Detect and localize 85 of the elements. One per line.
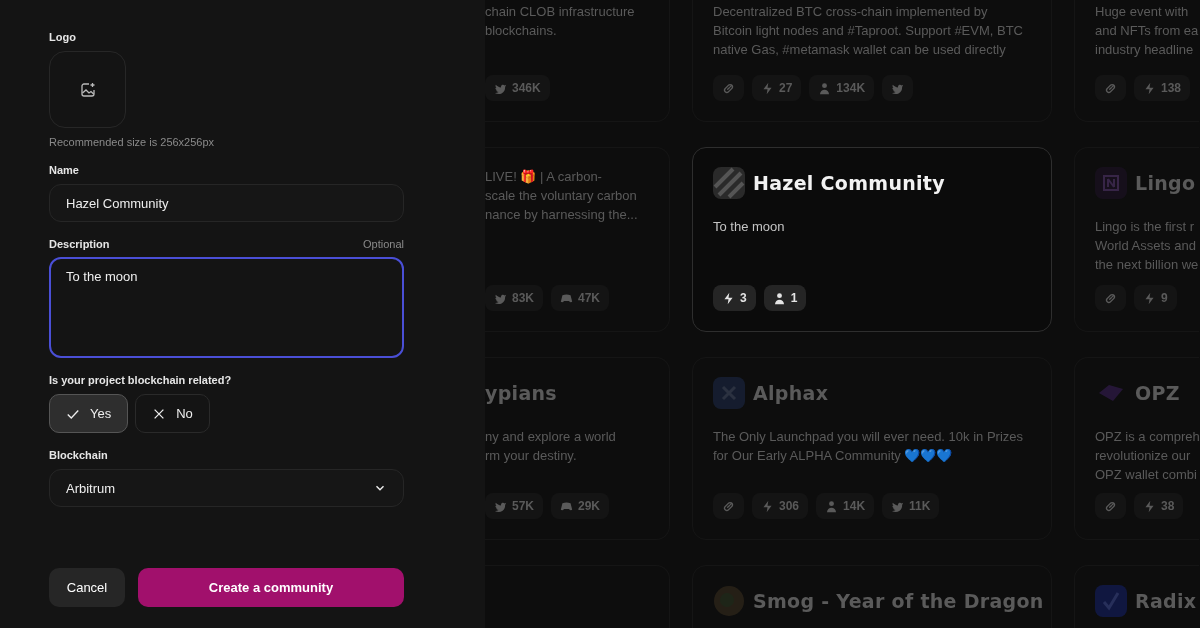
question-label: Is your project blockchain related? <box>49 374 233 386</box>
community-description: OPZ is a compreh revolutionize our OPZ wallet combi <box>1095 428 1199 484</box>
logo-hint: Recommended size is 256x256px <box>49 136 216 148</box>
stat-count: 306 <box>779 499 800 513</box>
community-card[interactable]: LIVE! 🎁 | A carbon- scale the voluntary carbon nance by harnessing the... 83K 47K <box>485 147 670 332</box>
link-button[interactable] <box>1095 493 1126 519</box>
community-card[interactable]: Alphax The Only Launchpad you will ever need. 10k in Prizes for Our Early ALPHA Community 💙💙💙 306 14K 11K <box>692 357 1052 540</box>
community-description: The Only Launchpad you will ever need. 10k in Prizes for Our Early ALPHA Community 💙💙💙 <box>713 428 1024 465</box>
tick-logo-icon <box>1095 585 1127 617</box>
community-card[interactable]: Lingo Lingo is the first r World Assets and the next billion we 9 <box>1074 147 1199 332</box>
stat-count: 134K <box>836 81 866 95</box>
lightning-icon <box>1143 499 1156 513</box>
stat-count: 346K <box>512 81 541 95</box>
choice-button[interactable]: No <box>135 394 210 433</box>
person-icon <box>818 81 832 95</box>
community-card[interactable]: Hazel Community To the moon 3 1 <box>692 147 1052 332</box>
stat-chip[interactable]: 346K <box>485 75 550 101</box>
community-card[interactable]: Decentralized BTC cross-chain implemented by Bitcoin light nodes and #Taproot. Support #EVM, BTC native Gas, #metamask wallet can be used directly 27 134K <box>692 0 1052 122</box>
community-card[interactable]: ypians ny and explore a world rm your destiny. 57K 29K <box>485 357 670 540</box>
community-title: Lingo <box>1135 172 1196 194</box>
link-button[interactable] <box>1095 285 1126 311</box>
stat-chip[interactable]: 57K <box>485 493 543 519</box>
community-card[interactable]: Huge event with and NFTs from ea industry headline 138 <box>1074 0 1199 122</box>
community-description: chain CLOB infrastructure blockchains. <box>485 3 636 40</box>
community-description: Decentralized BTC cross-chain implemented by Bitcoin light nodes and #Taproot. Support #EVM, BTC native Gas, #metamask wallet can be used directly <box>713 3 1024 59</box>
blockchain-select[interactable]: Arbitrum <box>49 469 404 507</box>
stat-count: 27 <box>779 81 793 95</box>
stat-chip[interactable]: 83K <box>485 285 543 311</box>
community-description: LIVE! 🎁 | A carbon- scale the voluntary carbon nance by harnessing the... <box>485 168 639 224</box>
community-card[interactable]: chain CLOB infrastructure blockchains. 346K <box>485 0 670 122</box>
community-card[interactable]: Smog - Year of the Dragon <box>692 565 1052 628</box>
community-title: Alphax <box>753 382 829 404</box>
community-title: Hazel Community <box>753 172 945 194</box>
stat-chip[interactable] <box>882 75 914 101</box>
community-description: Lingo is the first r World Assets and the next billion we <box>1095 218 1199 274</box>
stat-count: 138 <box>1161 81 1182 95</box>
community-title: Smog - Year of the Dragon <box>753 590 1044 612</box>
letter-logo-icon <box>1095 167 1127 199</box>
cancel-button[interactable]: Cancel <box>49 568 125 607</box>
stat-count: 83K <box>512 291 534 305</box>
community-title: OPZ <box>1135 382 1180 404</box>
optional-note: Optional <box>363 238 404 250</box>
community-description: To the moon <box>713 218 786 236</box>
lightning-icon <box>1143 81 1156 95</box>
stat-count: 3 <box>740 291 747 305</box>
stat-count: 14K <box>843 499 866 513</box>
field-label: Description <box>49 238 110 250</box>
lightning-icon <box>761 499 774 513</box>
person-icon <box>772 291 786 305</box>
community-description: Huge event with and NFTs from ea industry headline <box>1095 3 1199 59</box>
lightning-icon <box>722 291 735 305</box>
link-button[interactable] <box>713 493 744 519</box>
community-card[interactable]: OPZ OPZ is a compreh revolutionize our OPZ wallet combi 38 <box>1074 357 1199 540</box>
community-title: ypians <box>485 382 557 404</box>
stat-count: 1 <box>790 291 798 305</box>
cross-logo-icon <box>713 377 745 409</box>
person-icon <box>825 499 839 513</box>
stat-count: 9 <box>1161 291 1168 305</box>
controller-icon <box>560 499 573 513</box>
lightning-icon <box>761 81 774 95</box>
striped-logo-icon <box>713 167 745 199</box>
stat-count: 57K <box>512 499 534 513</box>
stat-count: 11K <box>909 499 931 513</box>
lightning-icon <box>1143 291 1156 305</box>
field-label: Blockchain <box>49 449 109 461</box>
community-description: ny and explore a world rm your destiny. <box>485 428 617 465</box>
name-field[interactable]: Hazel Community <box>49 184 404 222</box>
community-title: Radix <box>1135 590 1197 612</box>
choice-button[interactable]: Yes <box>49 394 129 433</box>
community-card[interactable]: Radix <box>1074 565 1199 628</box>
controller-icon <box>560 291 573 305</box>
description-field[interactable]: To the moon <box>49 257 404 358</box>
stat-count: 29K <box>578 499 601 513</box>
field-label: Logo <box>49 31 77 43</box>
round-logo-icon <box>713 585 745 617</box>
field-label: Name <box>49 164 80 176</box>
stat-count: 38 <box>1161 499 1175 513</box>
create-button[interactable]: Create a community <box>138 568 404 607</box>
stat-chip[interactable]: 47K <box>551 285 610 311</box>
stat-chip[interactable]: 29K <box>551 493 610 519</box>
link-button[interactable] <box>1095 75 1126 101</box>
stat-chip[interactable]: 11K <box>882 493 940 519</box>
image-add-icon <box>79 81 96 98</box>
link-button[interactable] <box>713 75 744 101</box>
stat-count: 47K <box>578 291 601 305</box>
